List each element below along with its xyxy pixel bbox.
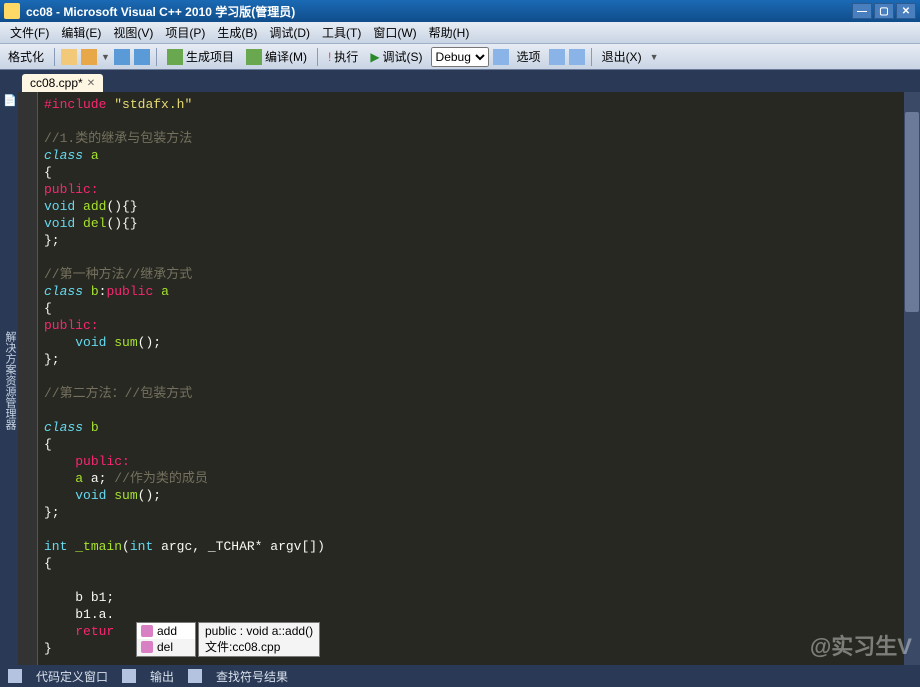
vertical-scrollbar[interactable] <box>904 92 920 665</box>
build-project-label: 生成项目 <box>186 48 234 65</box>
run-button[interactable]: ! 执行 <box>324 46 362 67</box>
options-label: 选项 <box>517 48 541 65</box>
maximize-button[interactable]: ▢ <box>874 3 894 19</box>
intellisense-popup: add del public : void a::add() 文件:cc08.c… <box>136 622 320 657</box>
code-definition-tab[interactable]: 代码定义窗口 <box>36 668 108 685</box>
options-button[interactable]: 选项 <box>513 46 545 67</box>
menu-bar: 文件(F) 编辑(E) 视图(V) 项目(P) 生成(B) 调试(D) 工具(T… <box>0 22 920 44</box>
config-select[interactable]: Debug <box>431 47 489 67</box>
method-icon <box>141 625 153 637</box>
compile-label: 编译(M) <box>265 48 307 65</box>
menu-file[interactable]: 文件(F) <box>4 22 55 43</box>
tab-pin-icon[interactable]: 📄 <box>0 92 20 114</box>
document-tabs: 📄 cc08.cpp* ✕ <box>0 70 920 92</box>
new-project-icon[interactable] <box>61 49 77 65</box>
output-tab[interactable]: 输出 <box>150 668 174 685</box>
minimize-button[interactable]: — <box>852 3 872 19</box>
dropdown-arrow-icon[interactable]: ▼ <box>650 52 659 62</box>
debug-start-button[interactable]: ▶ 调试(S) <box>366 46 426 67</box>
exit-button[interactable]: 退出(X) <box>598 46 646 67</box>
bottom-panel-tabs: 代码定义窗口 输出 查找符号结果 <box>0 665 920 687</box>
tool-icon-1[interactable] <box>549 49 565 65</box>
menu-edit[interactable]: 编辑(E) <box>55 22 107 43</box>
run-icon: ! <box>328 50 331 64</box>
menu-view[interactable]: 视图(V) <box>107 22 159 43</box>
intellisense-item-label: del <box>157 640 173 654</box>
menu-project[interactable]: 项目(P) <box>159 22 211 43</box>
toolbar: 格式化 ▼ 生成项目 编译(M) ! 执行 ▶ 调试(S) Debug 选项 退… <box>0 44 920 70</box>
format-label: 格式化 <box>8 48 44 65</box>
scrollbar-thumb[interactable] <box>905 112 919 312</box>
dropdown-arrow-icon[interactable]: ▼ <box>101 52 110 62</box>
separator <box>317 48 318 66</box>
output-icon <box>122 669 136 683</box>
menu-help[interactable]: 帮助(H) <box>423 22 476 43</box>
code-editor[interactable]: #include "stdafx.h" //1.类的继承与包装方法 class … <box>18 92 920 665</box>
editor-area: 解决方案资源管理器 类视图 属性管理器 #include "stdafx.h" … <box>0 92 920 665</box>
close-button[interactable]: ✕ <box>896 3 916 19</box>
build-project-button[interactable]: 生成项目 <box>163 46 238 67</box>
code-def-icon <box>8 669 22 683</box>
separator <box>54 48 55 66</box>
window-icon[interactable] <box>493 49 509 65</box>
intellisense-list[interactable]: add del <box>136 622 196 657</box>
method-icon <box>141 641 153 653</box>
file-tab[interactable]: cc08.cpp* ✕ <box>22 74 103 92</box>
title-bar: cc08 - Microsoft Visual C++ 2010 学习版(管理员… <box>0 0 920 22</box>
window-title: cc08 - Microsoft Visual C++ 2010 学习版(管理员… <box>26 3 295 20</box>
app-icon <box>4 3 20 19</box>
menu-tools[interactable]: 工具(T) <box>316 22 367 43</box>
tool-icon-2[interactable] <box>569 49 585 65</box>
find-symbol-tab[interactable]: 查找符号结果 <box>216 668 288 685</box>
side-panel-tabs: 解决方案资源管理器 类视图 属性管理器 <box>0 92 18 665</box>
find-symbol-icon <box>188 669 202 683</box>
run-label: 执行 <box>334 48 358 65</box>
exit-label: 退出(X) <box>602 48 642 65</box>
intellisense-tooltip: public : void a::add() 文件:cc08.cpp <box>198 622 320 657</box>
solution-explorer-tab[interactable]: 解决方案资源管理器 <box>2 327 18 434</box>
save-all-icon[interactable] <box>134 49 150 65</box>
compile-icon <box>246 49 262 65</box>
format-button[interactable]: 格式化 <box>4 46 48 67</box>
menu-build[interactable]: 生成(B) <box>211 22 263 43</box>
intellisense-item[interactable]: del <box>137 639 195 655</box>
code-gutter <box>18 92 38 665</box>
tooltip-signature: public : void a::add() <box>205 624 313 638</box>
menu-window[interactable]: 窗口(W) <box>367 22 422 43</box>
intellisense-item[interactable]: add <box>137 623 195 639</box>
tooltip-file: 文件:cc08.cpp <box>205 638 313 655</box>
build-icon <box>167 49 183 65</box>
code-text[interactable]: #include "stdafx.h" //1.类的继承与包装方法 class … <box>38 92 904 665</box>
play-icon: ▶ <box>370 50 379 64</box>
close-tab-icon[interactable]: ✕ <box>87 78 95 89</box>
save-icon[interactable] <box>114 49 130 65</box>
menu-debug[interactable]: 调试(D) <box>263 22 316 43</box>
open-icon[interactable] <box>81 49 97 65</box>
separator <box>591 48 592 66</box>
intellisense-item-label: add <box>157 624 177 638</box>
debug-start-label: 调试(S) <box>383 48 423 65</box>
separator <box>156 48 157 66</box>
compile-button[interactable]: 编译(M) <box>242 46 311 67</box>
file-tab-name: cc08.cpp* <box>30 76 83 90</box>
